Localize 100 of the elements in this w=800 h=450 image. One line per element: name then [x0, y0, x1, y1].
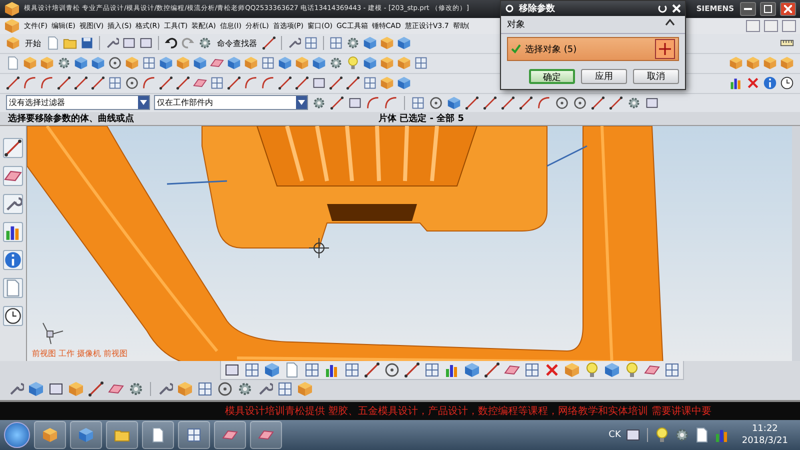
circle-icon[interactable] [384, 362, 400, 378]
box-icon[interactable] [48, 381, 64, 398]
line-icon[interactable] [465, 96, 479, 110]
dialog-button[interactable]: 确定 [529, 69, 575, 84]
grid-icon[interactable] [363, 76, 377, 90]
grid-icon[interactable] [197, 381, 213, 398]
line-icon[interactable] [501, 96, 515, 110]
box-icon[interactable] [122, 36, 136, 50]
line-icon[interactable] [609, 96, 623, 110]
clock-icon[interactable] [780, 76, 794, 90]
line-icon[interactable] [6, 76, 20, 90]
bulb-icon[interactable] [654, 426, 670, 443]
gear-icon[interactable] [128, 381, 144, 398]
grid-icon[interactable] [261, 56, 275, 70]
gear-icon[interactable] [198, 36, 212, 50]
page-icon[interactable] [694, 426, 710, 443]
grid-icon[interactable] [424, 362, 440, 378]
close-button[interactable] [780, 2, 796, 16]
bulb-icon[interactable] [346, 56, 360, 70]
close-icon[interactable] [672, 4, 681, 13]
grid-icon[interactable] [344, 362, 360, 378]
line-icon[interactable] [159, 76, 173, 90]
arc-icon[interactable] [142, 76, 156, 90]
taskbar-app-button[interactable] [106, 420, 138, 449]
dialog-button[interactable]: 取消 [633, 69, 679, 84]
line-icon[interactable] [483, 96, 497, 110]
line-icon[interactable] [330, 96, 344, 110]
arc-icon[interactable] [537, 96, 551, 110]
box-icon[interactable] [348, 96, 362, 110]
gear-icon[interactable] [329, 56, 343, 70]
wrench-icon[interactable] [8, 381, 24, 398]
cross-icon[interactable] [746, 76, 760, 90]
clock-icon[interactable] [3, 306, 23, 326]
grid-icon[interactable] [304, 36, 318, 50]
wrench-icon[interactable] [105, 36, 119, 50]
line-icon[interactable] [484, 362, 500, 378]
line-icon[interactable] [278, 76, 292, 90]
maximize-button[interactable] [760, 2, 776, 16]
wrench-icon[interactable] [157, 381, 173, 398]
info-icon[interactable] [3, 250, 23, 270]
plane-icon[interactable] [3, 166, 23, 186]
bar-graph-icon[interactable] [324, 362, 340, 378]
gear-icon[interactable] [346, 36, 360, 50]
grid-icon[interactable] [277, 381, 293, 398]
filter-dropdown[interactable]: 没有选择过滤器 [6, 95, 150, 110]
line-icon[interactable] [295, 76, 309, 90]
wrench-icon[interactable] [287, 36, 301, 50]
gear-icon[interactable] [312, 96, 326, 110]
bar-graph-icon[interactable] [3, 222, 23, 242]
bulb-icon[interactable] [624, 362, 640, 378]
minimize-button[interactable] [740, 2, 756, 16]
box-icon[interactable] [624, 426, 641, 443]
line-icon[interactable] [57, 76, 71, 90]
taskbar-app-button[interactable] [70, 420, 102, 449]
grid-icon[interactable] [244, 362, 260, 378]
taskbar-app-button[interactable] [142, 420, 174, 449]
box-icon[interactable] [645, 96, 659, 110]
arc-icon[interactable] [261, 76, 275, 90]
line-icon[interactable] [74, 76, 88, 90]
line-icon[interactable] [519, 96, 533, 110]
grid-icon[interactable] [142, 56, 156, 70]
input-language-label[interactable]: CK [608, 430, 621, 440]
circle-icon[interactable] [108, 56, 122, 70]
info-icon[interactable] [763, 76, 777, 90]
arc-icon[interactable] [384, 96, 398, 110]
arc-icon[interactable] [23, 76, 37, 90]
scope-dropdown[interactable]: 仅在工作部件内 [154, 95, 308, 110]
line-icon[interactable] [262, 36, 276, 50]
arc-icon[interactable] [244, 76, 258, 90]
crosshair-button[interactable] [655, 39, 675, 59]
circle-icon[interactable] [125, 76, 139, 90]
line-icon[interactable] [91, 76, 105, 90]
grid-icon[interactable] [524, 362, 540, 378]
circle-icon[interactable] [217, 381, 233, 398]
line-icon[interactable] [88, 381, 104, 398]
bar-graph-icon[interactable] [444, 362, 460, 378]
arc-icon[interactable] [366, 96, 380, 110]
settings-icon[interactable] [505, 4, 514, 13]
wrench-icon[interactable] [3, 194, 23, 214]
line-icon[interactable] [227, 76, 241, 90]
line-icon[interactable] [176, 76, 190, 90]
taskbar-app-button[interactable] [214, 420, 246, 449]
grid-icon[interactable] [411, 96, 425, 110]
circle-icon[interactable] [429, 96, 443, 110]
grid-icon[interactable] [414, 56, 428, 70]
line-icon[interactable] [3, 138, 23, 158]
grid-icon[interactable] [210, 76, 224, 90]
wrench-icon[interactable] [257, 381, 273, 398]
grid-icon[interactable] [664, 362, 680, 378]
circle-icon[interactable] [573, 96, 587, 110]
start-button[interactable] [4, 422, 30, 448]
command-finder-button[interactable]: 命令查找器 [215, 38, 259, 49]
gear-icon[interactable] [674, 426, 690, 443]
start-button[interactable]: 开始 [23, 38, 43, 49]
line-icon[interactable] [404, 362, 420, 378]
line-icon[interactable] [591, 96, 605, 110]
taskbar-app-button[interactable] [34, 420, 66, 449]
grid-icon[interactable] [108, 76, 122, 90]
taskbar-app-button[interactable] [178, 420, 210, 449]
cube-icon[interactable] [4, 18, 20, 34]
